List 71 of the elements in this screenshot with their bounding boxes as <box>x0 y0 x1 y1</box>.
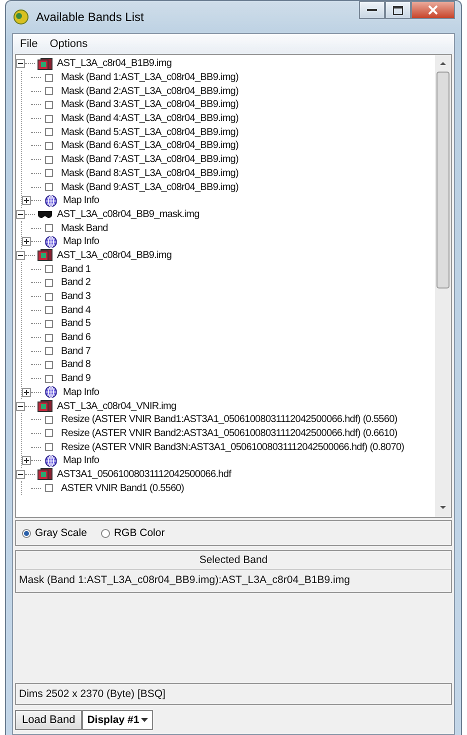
tree-item[interactable]: Resize (ASTER VNIR Band1:AST3A1_05061008031112042500066.hdf) (0.5560) <box>59 413 400 426</box>
tree-item[interactable]: Mask (Band 1:AST_L3A_c08r04_BB9.img) <box>59 71 240 84</box>
band-icon <box>45 484 53 492</box>
tree-item[interactable]: Mask (Band 4:AST_L3A_c08r04_BB9.img) <box>59 112 240 126</box>
close-button[interactable] <box>411 1 455 19</box>
minimize-button[interactable] <box>359 1 385 19</box>
image-file-icon <box>37 400 53 412</box>
image-file-icon <box>37 468 53 480</box>
panel-header: Selected Band <box>16 551 451 570</box>
tree-item[interactable]: Mask (Band 2:AST_L3A_c08r04_BB9.img) <box>59 84 240 98</box>
tree-item[interactable]: AST_L3A_c8r04_B1B9.img <box>55 57 174 70</box>
tree-item[interactable]: Map Info <box>61 194 102 208</box>
tree-item[interactable]: AST_L3A_c08r04_VNIR.img <box>55 400 178 413</box>
radio-button[interactable]: Gray Scale <box>22 527 87 539</box>
tree-item[interactable]: AST_L3A_c08r04_BB9.img <box>55 248 174 262</box>
tree-item[interactable]: Resize (ASTER VNIR Band2:AST3A1_05061008031112042500066.hdf) (0.6610) <box>59 426 400 440</box>
tree-item[interactable]: Mask (Band 8:AST_L3A_c08r04_BB9.img) <box>59 166 240 180</box>
collapse-icon[interactable] <box>16 470 25 479</box>
close-icon <box>428 5 438 15</box>
collapse-icon[interactable] <box>16 250 25 260</box>
tree-item[interactable]: Band 4 <box>59 304 93 317</box>
image-file-icon <box>37 249 53 262</box>
tree-item[interactable]: Band 8 <box>59 358 93 372</box>
scrollbar[interactable] <box>435 55 451 517</box>
display-dropdown[interactable]: Display #1 <box>82 710 154 730</box>
tree-item[interactable]: Band 2 <box>59 276 93 290</box>
load-band-button[interactable]: Load Band <box>15 710 82 730</box>
menu-item[interactable]: Options <box>44 37 93 51</box>
tree-item[interactable]: Mask (Band 6:AST_L3A_c08r04_BB9.img) <box>59 139 240 152</box>
collapse-icon[interactable] <box>16 402 25 411</box>
selected-band-text: Mask (Band 1:AST_L3A_c08r04_BB9.img):AST_L3A_c8r04_B1B9.img <box>18 573 351 588</box>
tree-item[interactable]: Resize (ASTER VNIR Band3N:AST3A1_05061008031112042500066.hdf) (0.8070) <box>59 440 406 454</box>
expand-icon[interactable] <box>22 196 31 206</box>
maximize-button[interactable] <box>385 1 411 19</box>
expand-icon[interactable] <box>22 237 31 246</box>
expand-icon[interactable] <box>22 388 31 397</box>
tree-item[interactable]: Map Info <box>61 454 102 468</box>
tree-item[interactable]: Band 1 <box>59 262 93 276</box>
tree-item[interactable]: Mask (Band 9:AST_L3A_c08r04_BB9.img) <box>59 180 240 194</box>
tree-item[interactable]: Map Info <box>61 386 102 399</box>
dims-text: Dims 2502 x 2370 (Byte) [BSQ] <box>15 683 452 705</box>
globe-icon <box>43 194 59 207</box>
tree-item[interactable]: Band 9 <box>59 372 93 386</box>
collapse-icon[interactable] <box>16 59 25 68</box>
app-icon <box>12 9 30 25</box>
caret-icon <box>141 718 148 722</box>
tree-item[interactable]: Mask (Band 3:AST_L3A_c08r04_BB9.img) <box>59 98 240 112</box>
collapse-icon[interactable] <box>16 210 25 219</box>
minimize-icon <box>367 8 377 12</box>
tree-item[interactable]: AST_L3A_c08r04_BB9_mask.img <box>55 208 202 221</box>
tree-item[interactable]: AST3A1_05061008031112042500066.hdf <box>55 468 234 481</box>
window-title: Available Bands List <box>36 10 144 24</box>
tree-item[interactable]: Band 3 <box>59 290 93 304</box>
tree-item[interactable]: Band 7 <box>59 344 93 358</box>
menu-item[interactable]: File <box>15 37 43 51</box>
tree-item[interactable]: Band 6 <box>59 331 93 344</box>
globe-icon <box>43 386 59 398</box>
tree-item[interactable]: Mask (Band 5:AST_L3A_c08r04_BB9.img) <box>59 126 240 139</box>
globe-icon <box>43 454 59 467</box>
tree-item[interactable]: Mask (Band 7:AST_L3A_c08r04_BB9.img) <box>59 153 240 166</box>
mask-icon <box>37 208 53 220</box>
expand-icon[interactable] <box>22 456 31 466</box>
maximize-icon <box>393 6 403 14</box>
tree-item[interactable]: ASTER VNIR Band1 (0.5560) <box>59 482 186 495</box>
tree-item[interactable]: Band 5 <box>59 317 93 330</box>
image-file-icon <box>37 58 53 70</box>
tree-item[interactable]: Map Info <box>61 235 102 248</box>
radio-button[interactable]: RGB Color <box>100 527 165 539</box>
globe-icon <box>43 236 59 248</box>
tree-item[interactable]: Mask Band <box>59 222 110 235</box>
band-icon <box>45 224 53 232</box>
